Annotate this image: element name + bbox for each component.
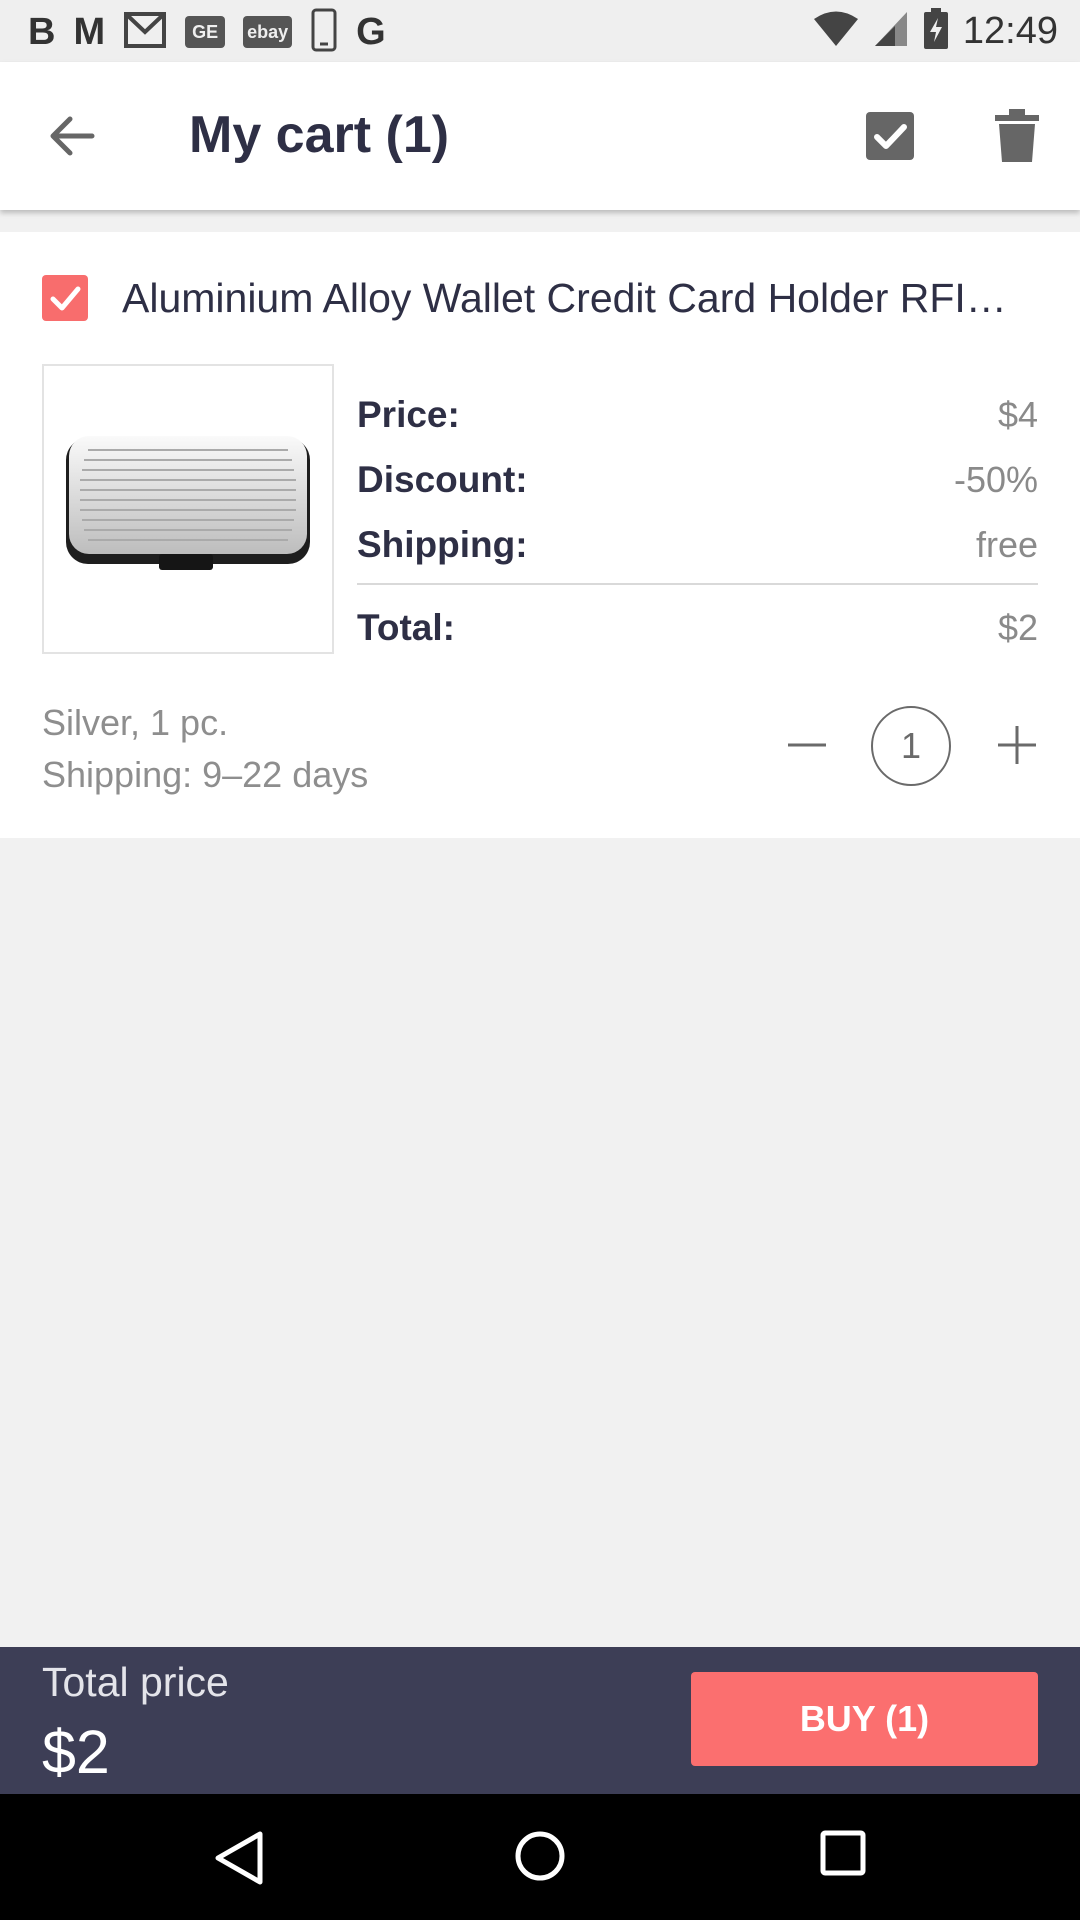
m-app-icon: M [73,11,106,53]
signal-icon [873,10,909,53]
nav-home-icon[interactable] [512,1828,568,1884]
nav-recents-icon[interactable] [818,1828,868,1878]
status-bar: B M GE ebay G 12:49 [0,0,1080,62]
shipping-row: Shipping: free [357,512,1038,577]
shipping-label: Shipping: [357,523,528,565]
b-app-icon: B [28,11,56,53]
cart-item: Aluminium Alloy Wallet Credit Card Holde… [0,232,1080,838]
total-value: $2 [997,606,1038,648]
price-summary: Price: $4 Discount: -50% Shipping: free … [357,382,1038,660]
page-title: My cart (1) [189,106,450,164]
shipping-time-text: Shipping: 9–22 days [42,754,369,795]
wifi-icon [813,10,859,53]
price-value: $4 [997,393,1038,435]
variant-text: Silver, 1 pc. [42,702,229,743]
nav-back-icon[interactable] [210,1828,266,1888]
check-all-icon[interactable] [862,108,918,164]
notification-icons: B M GE ebay G [28,8,386,57]
price-row: Price: $4 [357,382,1038,447]
checkout-bar: Total price $2 BUY (1) [0,1647,1080,1794]
gmail-icon [123,10,167,55]
discount-value: -50% [953,458,1038,500]
trash-icon[interactable] [992,108,1042,164]
ge-app-icon: GE [185,16,226,48]
total-price-value: $2 [42,1718,110,1786]
ebay-icon: ebay [243,16,293,48]
discount-label: Discount: [357,458,528,500]
discount-row: Discount: -50% [357,447,1038,512]
shipping-value: free [975,523,1038,565]
phone-icon [310,8,338,57]
clock: 12:49 [962,9,1058,52]
quantity-increase-button[interactable] [996,724,1038,766]
quantity-decrease-button[interactable] [786,724,828,766]
product-image[interactable] [42,364,334,654]
system-nav-bar [0,1794,1080,1920]
price-label: Price: [357,393,460,435]
price-divider [357,583,1038,585]
system-status: 12:49 [813,7,1058,55]
app-bar: My cart (1) [0,62,1080,210]
total-price-label: Total price [42,1659,229,1705]
item-checkbox[interactable] [42,275,88,321]
google-icon: G [356,11,386,53]
buy-button[interactable]: BUY (1) [691,1672,1038,1766]
total-label: Total: [357,606,455,648]
total-row: Total: $2 [357,595,1038,660]
item-title[interactable]: Aluminium Alloy Wallet Credit Card Holde… [122,270,1028,326]
quantity-value[interactable]: 1 [871,706,951,786]
battery-charging-icon [923,7,949,55]
item-details: Silver, 1 pc. Shipping: 9–22 days [42,697,368,801]
back-arrow-icon[interactable] [46,110,98,162]
